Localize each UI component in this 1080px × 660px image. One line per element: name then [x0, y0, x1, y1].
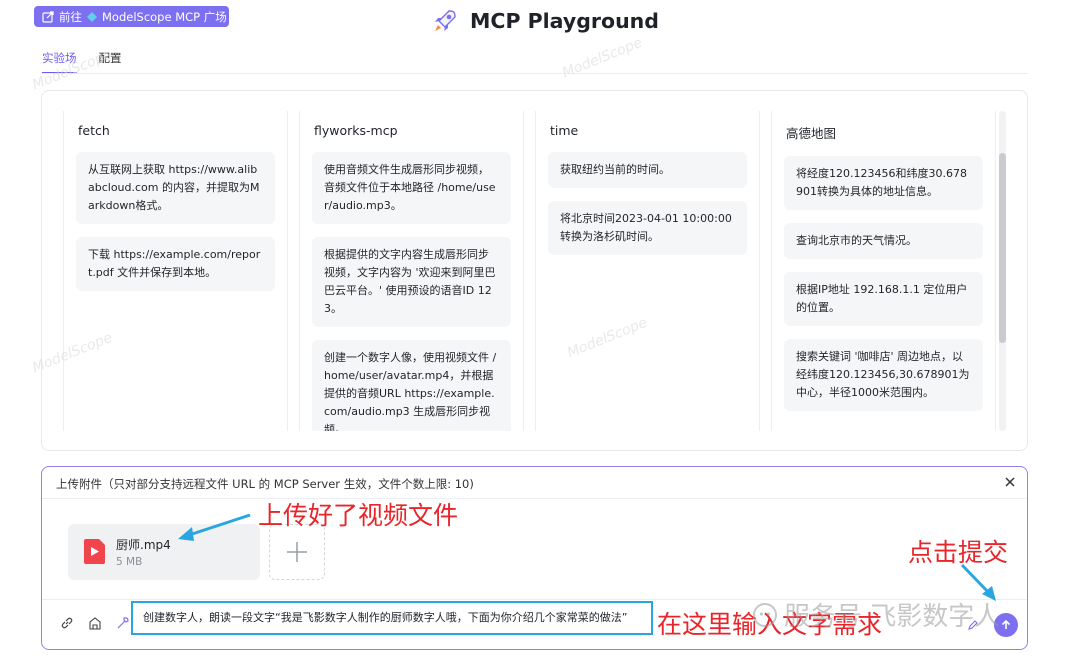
server-column-time: time 获取纽约当前的时间。 将北京时间2023-04-01 10:00:00…: [535, 111, 760, 431]
page-title: MCP Playground: [470, 9, 659, 33]
tab-divider: [42, 73, 1028, 74]
prompt-input[interactable]: 创建数字人，朗读一段文字“我是飞影数字人制作的厨师数字人哦，下面为你介绍几个家常…: [131, 601, 653, 635]
arrow-up-icon: [1001, 619, 1011, 629]
tool-icon[interactable]: [116, 616, 130, 630]
goto-label: ModelScope MCP 广场: [102, 9, 227, 24]
modelscope-logo-icon: [87, 11, 97, 22]
close-icon[interactable]: [1003, 475, 1017, 489]
example-prompt-card[interactable]: 从互联网上获取 https://www.alibabcloud.com 的内容，…: [76, 152, 275, 224]
scrollbar-thumb[interactable]: [999, 153, 1006, 343]
example-prompt-card[interactable]: 根据提供的文字内容生成唇形同步视频，文字内容为 '欢迎来到阿里巴巴云平台。' 使…: [312, 237, 511, 327]
link-icon[interactable]: [60, 616, 74, 630]
example-prompt-card[interactable]: 查询北京市的天气情况。: [784, 223, 983, 259]
faint-watermark: ModelScope: [560, 34, 645, 82]
plus-icon: [287, 542, 307, 562]
annotation-submit: 点击提交: [908, 538, 1009, 567]
panel-scrollbar[interactable]: [999, 111, 1006, 431]
example-prompt-card[interactable]: 将经度120.123456和纬度30.678901转换为具体的地址信息。: [784, 156, 983, 210]
add-file-button[interactable]: [269, 524, 325, 580]
input-toolbar: [60, 616, 130, 630]
annotation-uploaded: 上传好了视频文件: [258, 501, 459, 530]
attached-file-card[interactable]: 厨师.mp4 5 MB: [68, 524, 260, 580]
video-file-icon: [84, 539, 105, 564]
building-icon[interactable]: [88, 616, 102, 630]
server-title: flyworks-mcp: [314, 123, 398, 138]
example-prompt-card[interactable]: 将北京时间2023-04-01 10:00:00转换为洛杉矶时间。: [548, 201, 747, 255]
server-column-flyworks: flyworks-mcp 使用音频文件生成唇形同步视频，音频文件位于本地路径 /…: [299, 111, 524, 431]
goto-modelscope-button[interactable]: 前往 ModelScope MCP 广场: [34, 6, 229, 27]
example-prompt-card[interactable]: 根据IP地址 192.168.1.1 定位用户的位置。: [784, 272, 983, 326]
server-title: 高德地图: [786, 126, 837, 141]
example-prompt-card[interactable]: 使用音频文件生成唇形同步视频，音频文件位于本地路径 /home/user/aud…: [312, 152, 511, 224]
wechat-logo-icon: [752, 602, 778, 628]
file-name: 厨师.mp4: [116, 538, 171, 552]
goto-prefix: 前往: [59, 9, 82, 24]
example-prompt-card[interactable]: 创建一个数字人像，使用视频文件 /home/user/avatar.mp4，并根…: [312, 340, 511, 431]
server-column-amap: 高德地图 将经度120.123456和纬度30.678901转换为具体的地址信息…: [771, 111, 996, 431]
upload-header: 上传附件（只对部分支持远程文件 URL 的 MCP Server 生效，文件个数…: [42, 467, 1027, 499]
page-title-group: MCP Playground: [432, 6, 659, 36]
external-link-icon: [42, 10, 54, 23]
example-prompt-card[interactable]: 下载 https://example.com/report.pdf 文件并保存到…: [76, 237, 275, 291]
example-prompts-panel: fetch 从互联网上获取 https://www.alibabcloud.co…: [41, 90, 1028, 451]
wechat-watermark: 服务号 飞影数字人: [752, 596, 1000, 633]
example-prompt-card[interactable]: 搜索关键词 '咖啡店' 周边地点，以经纬度120.123456,30.67890…: [784, 339, 983, 411]
server-title: time: [550, 123, 579, 138]
watermark-text: 服务号 飞影数字人: [784, 602, 1001, 632]
server-title: fetch: [78, 123, 110, 138]
example-prompt-card[interactable]: 获取纽约当前的时间。: [548, 152, 747, 188]
rocket-icon: [432, 8, 458, 34]
server-column-fetch: fetch 从互联网上获取 https://www.alibabcloud.co…: [63, 111, 288, 431]
file-size: 5 MB: [116, 556, 143, 568]
